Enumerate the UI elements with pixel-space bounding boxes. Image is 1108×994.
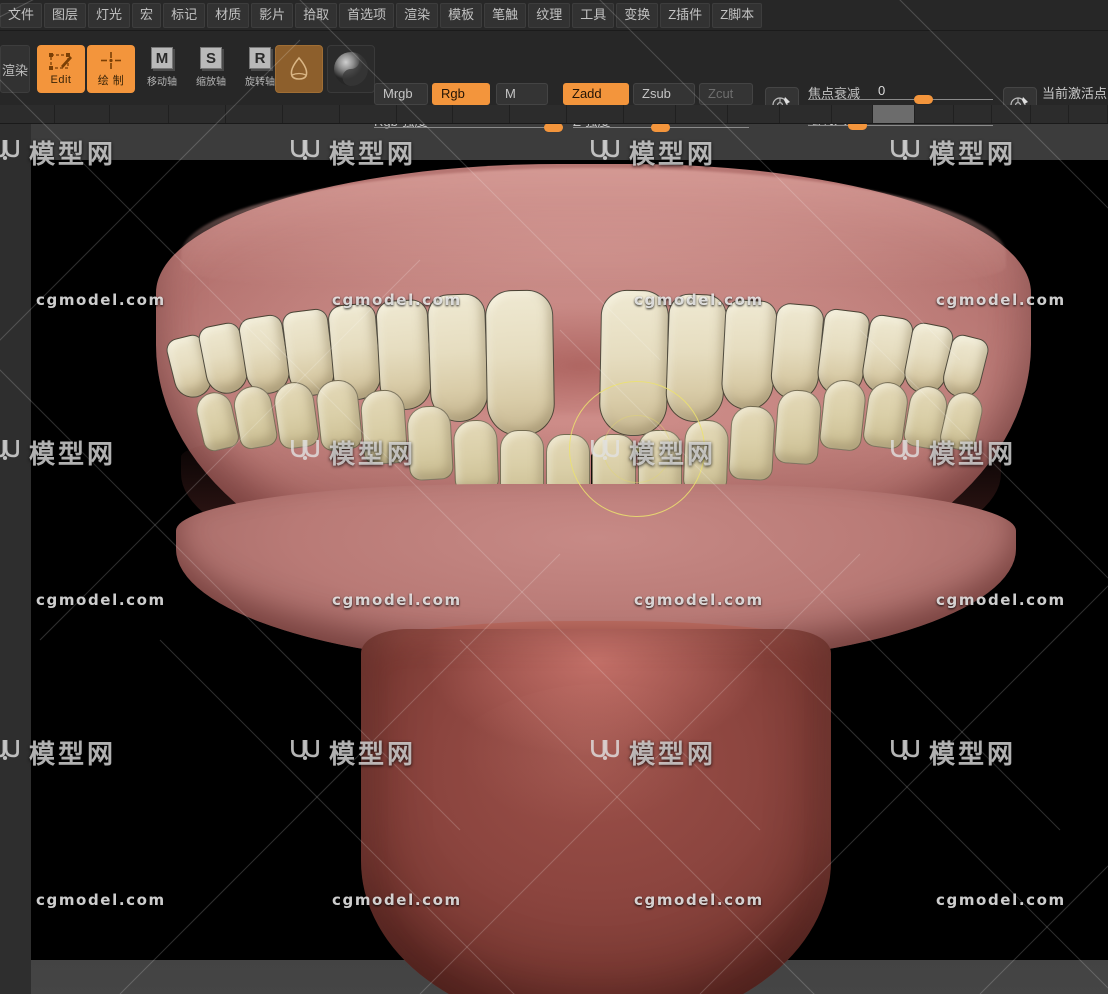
zbrush-window: 文件 图层 灯光 宏 标记 材质 影片 拾取 首选项 渲染 模板 笔触 纹理 工…	[0, 0, 1108, 994]
viewport-canvas[interactable]	[31, 124, 1108, 994]
menu-item-zplugin[interactable]: Z插件	[660, 2, 711, 28]
tooth-lower	[728, 404, 776, 482]
shelf-cell[interactable]	[0, 105, 56, 123]
menu-item-marker[interactable]: 标记	[163, 2, 206, 28]
menu-item-stroke[interactable]: 笔触	[484, 2, 527, 28]
current-material-swatch[interactable]	[327, 45, 375, 93]
mode-mrgb-button[interactable]: Mrgb	[374, 83, 428, 105]
draw-mode-button[interactable]: 绘 制	[87, 45, 135, 93]
draw-icon	[101, 52, 121, 69]
menu-item-transform[interactable]: 变换	[616, 2, 659, 28]
tongue-highlight	[421, 684, 781, 934]
menu-item-macro[interactable]: 宏	[132, 2, 162, 28]
shelf-cell[interactable]	[779, 105, 832, 123]
scale-axis-label: 缩放轴	[196, 77, 226, 88]
shelf-cell[interactable]	[624, 105, 676, 123]
shelf-cell[interactable]	[339, 105, 397, 123]
shelf-cell[interactable]	[675, 105, 728, 123]
dental-model-3d[interactable]	[31, 124, 1108, 994]
brush-cursor-center-dot	[634, 446, 641, 453]
focal-shift-value: 0	[878, 83, 886, 98]
tooth-upper-central-left	[484, 289, 556, 437]
material-sphere-icon	[334, 52, 368, 86]
active-points-label: 当前激活点	[1042, 86, 1108, 101]
menu-item-stencil[interactable]: 模板	[440, 2, 483, 28]
move-axis-label: 移动轴	[147, 77, 177, 88]
shelf-strip[interactable]	[0, 105, 1108, 124]
tooth-lower	[682, 419, 730, 493]
menu-item-tool[interactable]: 工具	[572, 2, 615, 28]
menu-item-material[interactable]: 材质	[207, 2, 250, 28]
shelf-cell[interactable]	[453, 105, 511, 123]
tooth-upper-canine	[720, 298, 778, 412]
shelf-cell[interactable]	[915, 105, 954, 123]
menu-bar: 文件 图层 灯光 宏 标记 材质 影片 拾取 首选项 渲染 模板 笔触 纹理 工…	[0, 0, 1108, 31]
menu-item-layer[interactable]: 图层	[44, 2, 87, 28]
edit-mode-button[interactable]: Edit	[37, 45, 85, 93]
menu-item-zscript[interactable]: Z脚本	[712, 2, 763, 28]
menu-item-picker[interactable]: 拾取	[295, 2, 338, 28]
brush-preview-icon	[290, 56, 308, 80]
edit-icon	[49, 53, 72, 70]
menu-item-light[interactable]: 灯光	[88, 2, 131, 28]
shelf-cell[interactable]	[567, 105, 625, 123]
focal-shift-slider[interactable]: 焦点衰减 0	[808, 83, 1000, 104]
menu-item-texture[interactable]: 纹理	[528, 2, 571, 28]
scale-axis-button[interactable]: S 缩放轴	[189, 47, 233, 91]
top-toolbar: 渲染 Edit 绘 制 M 移动轴 S 缩放轴 R 旋转轴 Mrgb Rgb M…	[0, 31, 1108, 132]
tooth-lower	[818, 377, 868, 453]
focal-shift-knob[interactable]	[914, 95, 933, 104]
shelf-cell[interactable]	[168, 105, 226, 123]
move-axis-icon: M	[151, 47, 173, 69]
mode-zadd-button[interactable]: Zadd	[563, 83, 629, 105]
rotate-axis-icon: R	[249, 47, 271, 69]
shelf-cell[interactable]	[55, 105, 111, 123]
scale-axis-icon: S	[200, 47, 222, 69]
edit-button-label: Edit	[50, 74, 72, 86]
shelf-cell[interactable]	[396, 105, 454, 123]
rotate-axis-label: 旋转轴	[245, 77, 275, 88]
shelf-cell[interactable]	[992, 105, 1031, 123]
shelf-cell[interactable]	[510, 105, 568, 123]
mode-m-button[interactable]: M	[496, 83, 548, 105]
shelf-cell[interactable]	[110, 105, 169, 123]
tooth-lower	[359, 388, 409, 466]
shelf-cell[interactable]	[873, 105, 916, 123]
shelf-cell[interactable]	[831, 105, 874, 123]
shelf-cell[interactable]	[225, 105, 283, 123]
shelf-cell[interactable]	[727, 105, 780, 123]
render-button[interactable]: 渲染	[0, 45, 30, 93]
tooth-lower	[773, 388, 823, 466]
rgb-intensity-track[interactable]	[374, 127, 556, 128]
rgb-intensity-knob[interactable]	[544, 123, 563, 132]
shelf-cell[interactable]	[1069, 105, 1108, 123]
menu-item-render[interactable]: 渲染	[396, 2, 439, 28]
draw-size-track[interactable]	[808, 125, 993, 126]
draw-button-label: 绘 制	[97, 75, 125, 87]
menu-item-preferences[interactable]: 首选项	[339, 2, 395, 28]
left-tray[interactable]	[0, 124, 31, 994]
shelf-cell[interactable]	[1030, 105, 1070, 123]
move-axis-button[interactable]: M 移动轴	[140, 47, 184, 91]
shelf-cell[interactable]	[282, 105, 340, 123]
mode-zcut-button[interactable]: Zcut	[699, 83, 753, 105]
tooth-upper-lateral	[426, 293, 490, 423]
upper-gum-highlight	[181, 168, 1006, 288]
current-brush-swatch[interactable]	[275, 45, 323, 93]
tooth-lower	[452, 419, 500, 493]
focal-shift-track[interactable]	[808, 99, 993, 100]
tooth-upper-lateral	[664, 293, 728, 423]
z-intensity-knob[interactable]	[651, 123, 670, 132]
shelf-cell[interactable]	[953, 105, 993, 123]
mode-zsub-button[interactable]: Zsub	[633, 83, 695, 105]
menu-item-movie[interactable]: 影片	[251, 2, 294, 28]
mode-rgb-button[interactable]: Rgb	[432, 83, 490, 105]
menu-item-file[interactable]: 文件	[0, 2, 43, 28]
tooth-lower	[406, 404, 454, 482]
